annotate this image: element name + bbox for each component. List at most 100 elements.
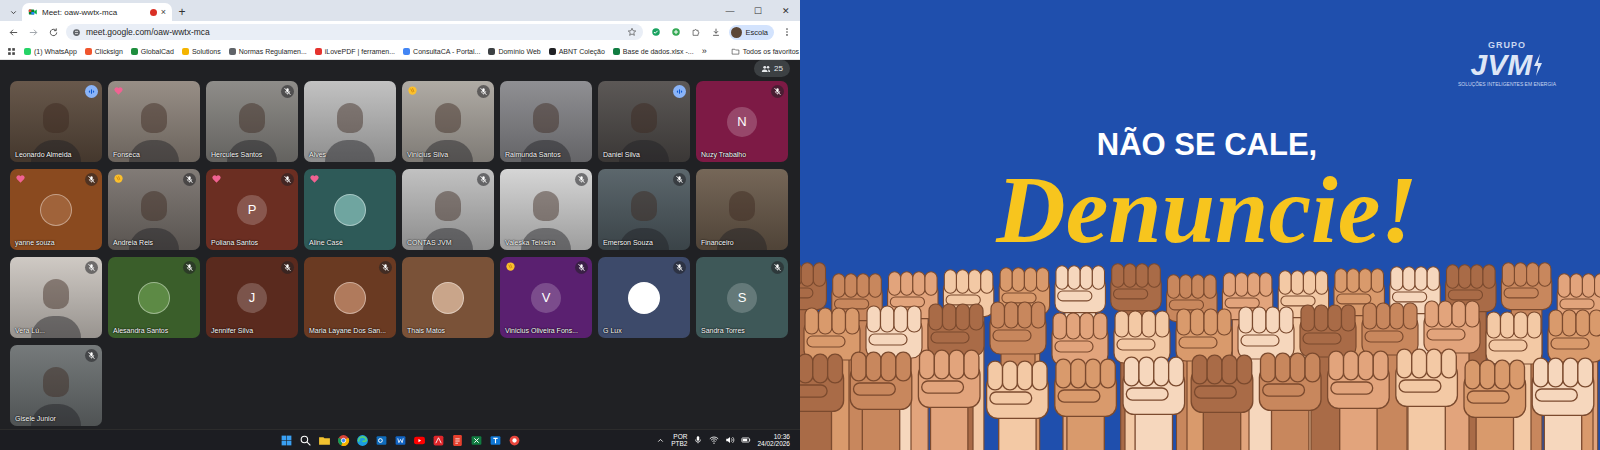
chrome-menu-icon[interactable]	[780, 25, 794, 39]
participant-tile[interactable]: yanne souza	[10, 169, 102, 250]
participant-name: Aline Casé	[309, 239, 343, 246]
teams-icon[interactable]	[489, 434, 502, 447]
app-icon[interactable]	[508, 434, 521, 447]
bookmark-item[interactable]: ABNT Coleção	[549, 48, 605, 55]
clock-date: 24/02/2026	[757, 440, 790, 447]
participant-tile[interactable]: Vinicius Silva	[402, 81, 494, 162]
participant-tile[interactable]: Daniel Silva	[598, 81, 690, 162]
participant-name: Nuzy Trabalho	[701, 151, 746, 158]
video-face	[43, 367, 69, 397]
participant-name: Maria Layane Dos San...	[309, 327, 386, 334]
participant-tile[interactable]: Hercules Santos	[206, 81, 298, 162]
microphone-tray-icon	[693, 435, 703, 445]
bookmark-item[interactable]: iLovePDF | ferramen...	[315, 48, 395, 55]
address-bar[interactable]: meet.google.com/oaw-wwtx-mca	[66, 24, 643, 40]
more-bookmarks[interactable]: »	[702, 46, 707, 56]
mic-off-icon	[673, 173, 686, 186]
bookmark-item[interactable]: GlobalCad	[131, 48, 174, 55]
wifi-icon[interactable]	[709, 435, 719, 445]
participant-tile[interactable]: JJennifer Silva	[206, 257, 298, 338]
file-explorer-icon[interactable]	[318, 434, 331, 447]
battery-icon[interactable]	[741, 435, 751, 445]
extension-check-icon[interactable]	[649, 25, 663, 39]
participant-tile[interactable]: Fonseca	[108, 81, 200, 162]
logo-brand-text: JVM	[1471, 50, 1533, 80]
window-control[interactable]: ✕	[772, 0, 800, 21]
chrome-icon[interactable]	[337, 434, 350, 447]
bookmark-star-icon[interactable]	[627, 27, 637, 37]
bookmark-item[interactable]: Clicksign	[85, 48, 123, 55]
mic-off-icon	[477, 173, 490, 186]
apps-icon[interactable]	[6, 44, 16, 58]
excel-icon[interactable]	[470, 434, 483, 447]
windows-start-icon[interactable]	[280, 434, 293, 447]
forward-icon[interactable]	[26, 25, 40, 39]
extensions-puzzle-icon[interactable]	[689, 25, 703, 39]
mic-off-icon	[379, 261, 392, 274]
new-tab-button[interactable]: +	[172, 3, 192, 21]
all-bookmarks[interactable]: Todos os favoritos	[731, 47, 799, 56]
tray-overflow-icon[interactable]	[656, 436, 665, 445]
outlook-icon[interactable]	[375, 434, 388, 447]
participant-name: Leonardo Almeida	[15, 151, 71, 158]
clock[interactable]: 10:3624/02/2026	[757, 433, 790, 448]
speaking-icon	[85, 85, 98, 98]
participant-tile[interactable]: SSandra Torres	[696, 257, 788, 338]
participant-tile[interactable]: Vera Lú...	[10, 257, 102, 338]
participant-tile[interactable]: Leonardo Almeida	[10, 81, 102, 162]
participant-tile[interactable]: Alves	[304, 81, 396, 162]
window-control[interactable]: ☐	[744, 0, 772, 21]
participant-tile[interactable]: Financeiro	[696, 169, 788, 250]
extension-plus-icon[interactable]	[669, 25, 683, 39]
speaker-icon[interactable]	[725, 435, 735, 445]
participant-tile[interactable]: NNuzy Trabalho	[696, 81, 788, 162]
input-language[interactable]: PORPTB2	[671, 433, 687, 448]
participant-tile[interactable]: Valeska Teixeira	[500, 169, 592, 250]
tab-close[interactable]: ×	[161, 7, 166, 17]
participant-count[interactable]: 25	[754, 60, 790, 77]
participant-tile[interactable]: PPoliana Santos	[206, 169, 298, 250]
download-icon[interactable]	[709, 25, 723, 39]
youtube-icon[interactable]	[413, 434, 426, 447]
video-face	[533, 191, 559, 221]
participant-tile[interactable]: Alesandra Santos	[108, 257, 200, 338]
heart-icon	[112, 84, 124, 96]
tab-search-icon[interactable]	[4, 3, 22, 21]
bookmark-item[interactable]: Solutions	[182, 48, 221, 55]
profile-button[interactable]: Escola	[729, 25, 774, 40]
back-icon[interactable]	[6, 25, 20, 39]
bookmark-item[interactable]: Domínio Web	[488, 48, 540, 55]
participant-tile[interactable]: Emerson Souza	[598, 169, 690, 250]
window-control[interactable]: —	[716, 0, 744, 21]
tab-title: Meet: oaw-wwtx-mca	[42, 8, 146, 17]
participant-tile[interactable]: Gisele Junior	[10, 345, 102, 426]
video-face	[533, 103, 559, 133]
pdf-icon[interactable]	[451, 434, 464, 447]
mic-off-icon	[183, 261, 196, 274]
poster-call: Denuncie!	[996, 162, 1417, 258]
taskbar-apps	[280, 434, 521, 447]
participant-tile[interactable]: Maria Layane Dos San...	[304, 257, 396, 338]
reload-icon[interactable]	[46, 25, 60, 39]
participant-tile[interactable]: Thais Matos	[402, 257, 494, 338]
participant-tile[interactable]: Raimunda Santos	[500, 81, 592, 162]
video-silhouette	[325, 140, 375, 162]
bookmark-item[interactable]: Base de dados.xlsx -...	[613, 48, 694, 55]
word-icon[interactable]	[394, 434, 407, 447]
participant-tile[interactable]: Aline Casé	[304, 169, 396, 250]
participant-tile[interactable]: CONTAS JVM	[402, 169, 494, 250]
participant-tile[interactable]: G Lux	[598, 257, 690, 338]
participant-tile[interactable]: Andreia Reis	[108, 169, 200, 250]
search-icon[interactable]	[299, 434, 312, 447]
bookmark-favicon-icon	[24, 48, 31, 55]
keyboard-layout: PTB2	[671, 440, 687, 447]
bookmark-item[interactable]: ConsultaCA - Portal...	[403, 48, 480, 55]
bookmark-item[interactable]: (1) WhatsApp	[24, 48, 77, 55]
participant-name: Thais Matos	[407, 327, 445, 334]
clap-icon	[504, 260, 516, 272]
participant-tile[interactable]: VVinicius Oliveira Fons...	[500, 257, 592, 338]
acrobat-icon[interactable]	[432, 434, 445, 447]
bookmark-item[interactable]: Normas Regulamen...	[229, 48, 307, 55]
browser-tab[interactable]: Meet: oaw-wwtx-mca ×	[22, 3, 172, 21]
edge-icon[interactable]	[356, 434, 369, 447]
